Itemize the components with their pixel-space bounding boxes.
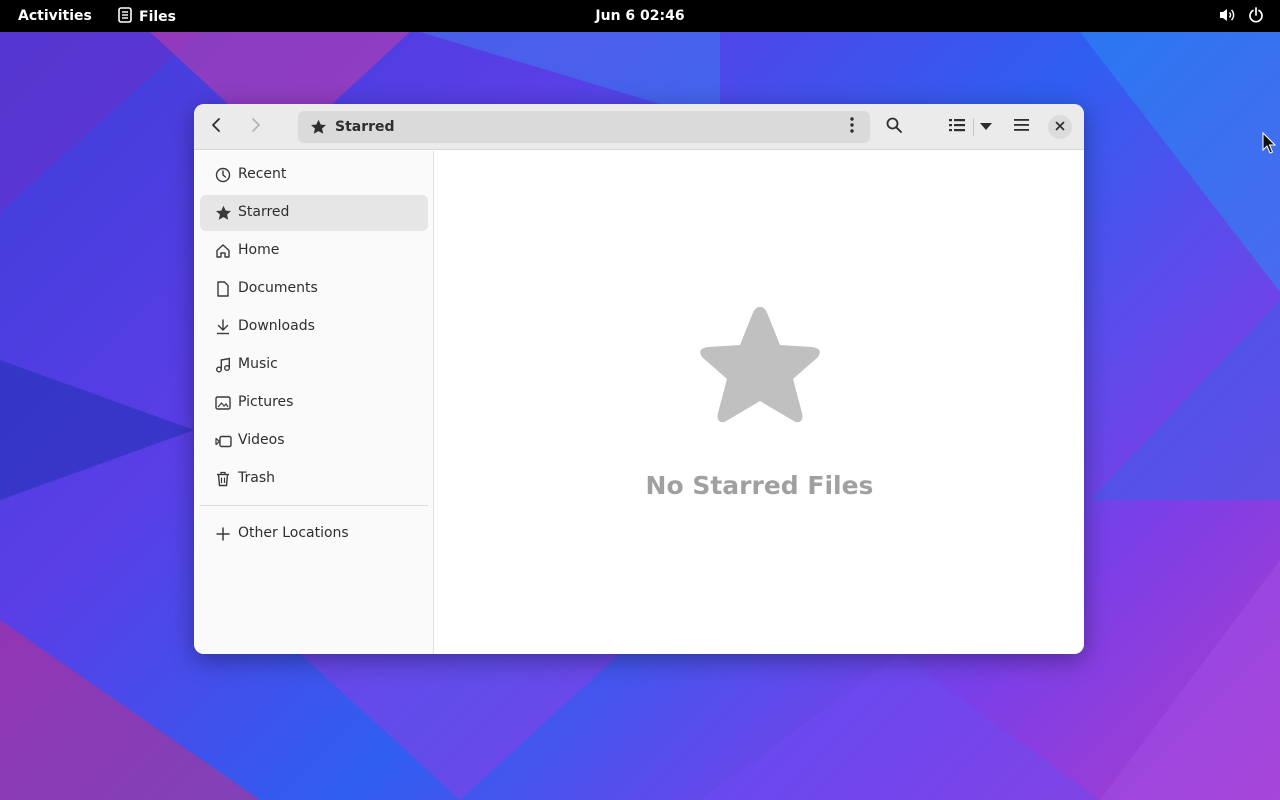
sidebar-item-label: Pictures <box>238 394 294 410</box>
plus-icon <box>214 525 232 543</box>
chevron-left-icon <box>211 117 223 137</box>
activities-button[interactable]: Activities <box>18 8 92 24</box>
sidebar-item-home[interactable]: Home <box>200 233 428 269</box>
sidebar-separator <box>200 505 428 506</box>
files-window: Starred Recent Starred Home Documents Do… <box>194 104 1084 654</box>
sidebar-item-label: Music <box>238 356 278 372</box>
sidebar-item-other-locations[interactable]: Other Locations <box>200 516 428 552</box>
file-view[interactable]: No Starred Files <box>435 151 1084 654</box>
star-icon <box>310 119 327 135</box>
sidebar-item-recent[interactable]: Recent <box>200 157 428 193</box>
download-icon <box>214 318 232 336</box>
document-icon <box>214 280 232 298</box>
music-icon <box>214 356 232 374</box>
trash-icon <box>214 470 232 488</box>
system-tray[interactable] <box>1218 7 1264 27</box>
video-icon <box>214 432 232 450</box>
forward-button[interactable] <box>240 113 270 141</box>
starred-placeholder-icon <box>690 301 830 431</box>
sidebar-item-starred[interactable]: Starred <box>200 195 428 231</box>
path-label: Starred <box>335 119 395 135</box>
chevron-right-icon <box>249 117 261 137</box>
app-menu-button[interactable]: Files <box>118 7 176 27</box>
sidebar-item-documents[interactable]: Documents <box>200 271 428 307</box>
sidebar-item-music[interactable]: Music <box>200 347 428 383</box>
close-icon <box>1055 118 1065 136</box>
sidebar-item-pictures[interactable]: Pictures <box>200 385 428 421</box>
path-menu-button[interactable] <box>842 116 862 138</box>
search-icon <box>886 117 902 138</box>
clock[interactable]: Jun 6 02:46 <box>595 8 684 24</box>
files-app-icon <box>118 7 132 27</box>
close-button[interactable] <box>1048 115 1072 139</box>
path-bar[interactable]: Starred <box>298 111 870 143</box>
home-icon <box>214 242 232 260</box>
speaker-icon[interactable] <box>1218 7 1236 27</box>
chevron-down-icon <box>980 118 992 136</box>
sidebar: Recent Starred Home Documents Downloads <box>194 151 434 654</box>
view-button[interactable] <box>942 113 972 141</box>
sidebar-item-label: Downloads <box>238 318 315 334</box>
vertical-dots-icon <box>850 116 854 138</box>
sidebar-item-label: Home <box>238 242 280 258</box>
main-menu-button[interactable] <box>1006 113 1036 141</box>
sidebar-item-videos[interactable]: Videos <box>200 423 428 459</box>
view-options-button[interactable] <box>971 113 1001 141</box>
empty-state-title: No Starred Files <box>645 471 874 500</box>
header-bar: Starred <box>194 104 1084 150</box>
star-icon <box>214 204 232 222</box>
app-name: Files <box>139 9 176 25</box>
mouse-cursor-icon <box>1262 131 1277 154</box>
top-bar: Activities Files Jun 6 02:46 <box>0 0 1280 32</box>
sidebar-item-trash[interactable]: Trash <box>200 461 428 497</box>
back-button[interactable] <box>202 113 232 141</box>
clock-icon <box>214 166 232 184</box>
sidebar-item-label: Recent <box>238 166 287 182</box>
search-button[interactable] <box>879 113 909 141</box>
power-icon[interactable] <box>1248 7 1264 27</box>
sidebar-item-label: Videos <box>238 432 285 448</box>
sidebar-item-downloads[interactable]: Downloads <box>200 309 428 345</box>
sidebar-item-label: Trash <box>238 470 275 486</box>
sidebar-item-label: Starred <box>238 204 290 220</box>
image-icon <box>214 394 232 412</box>
list-view-icon <box>949 118 965 137</box>
hamburger-menu-icon <box>1013 118 1029 136</box>
sidebar-item-label: Documents <box>238 280 318 296</box>
sidebar-item-label: Other Locations <box>238 525 349 541</box>
